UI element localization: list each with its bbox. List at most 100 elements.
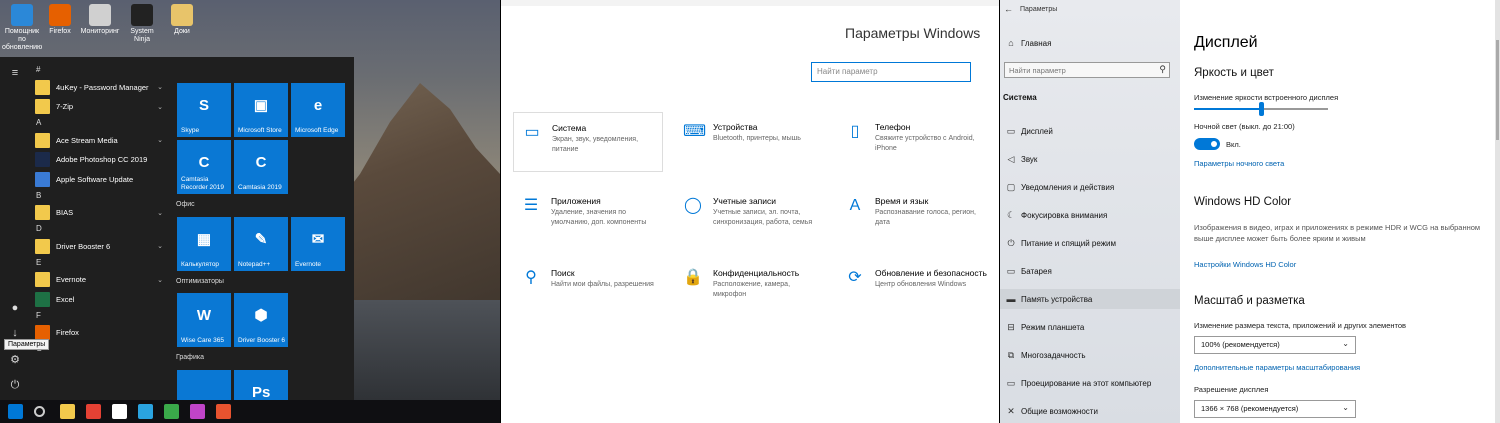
nav-item[interactable]: ⏻ Питание и спящий режим <box>1000 233 1180 253</box>
desktop-icon[interactable]: Firefox <box>40 4 80 36</box>
content-scrollbar[interactable] <box>1495 0 1500 423</box>
app-name: BIAS <box>56 208 74 217</box>
list-item[interactable]: Apple Software Update <box>35 171 167 187</box>
ninja-icon <box>131 4 153 26</box>
settings-home-panel: Параметры Windows Найти параметр ▭ Систем… <box>501 0 999 423</box>
category-title: Система <box>552 123 587 133</box>
user-avatar-icon[interactable]: ● <box>7 300 23 316</box>
nav-item[interactable]: ☾ Фокусировка внимания <box>1000 205 1180 225</box>
back-arrow-icon[interactable]: ← <box>1004 4 1013 14</box>
list-item[interactable]: Excel <box>35 291 167 307</box>
power-icon[interactable]: ⏻ <box>7 377 23 393</box>
letter-header[interactable]: D <box>36 224 42 233</box>
list-item[interactable]: 4uKey - Password Manager ⌄ <box>35 79 167 95</box>
nav-item[interactable]: ⧉ Многозадачность <box>1000 345 1180 365</box>
letter-header[interactable]: F <box>36 311 41 320</box>
list-item[interactable]: Ace Stream Media ⌄ <box>35 132 167 148</box>
brightness-slider[interactable] <box>1194 102 1328 116</box>
letter-header[interactable]: E <box>36 258 41 267</box>
start-tile[interactable]: e Microsoft Edge <box>291 83 345 137</box>
tile-icon: ✎ <box>254 231 268 248</box>
category-description: Распознавание голоса, регион, дата <box>875 209 976 226</box>
chevron-down-icon: ⌄ <box>1342 403 1349 412</box>
start-tile[interactable]: C Camtasia Recorder 2019 <box>177 140 231 194</box>
yandex-icon[interactable] <box>112 404 127 419</box>
chrome-icon[interactable] <box>86 404 101 419</box>
list-item[interactable]: Firefox <box>35 325 167 341</box>
start-tile[interactable]: ▣ Microsoft Store <box>234 83 288 137</box>
category-6[interactable]: A Время и язык Распознавание голоса, регио… <box>837 186 987 246</box>
search-icon[interactable] <box>34 406 45 417</box>
scale-dropdown[interactable]: 100% (рекомендуется) ⌄ <box>1194 336 1356 354</box>
advanced-scaling-link[interactable]: Дополнительные параметры масштабирования <box>1194 363 1360 372</box>
chevron-down-icon: ⌄ <box>157 276 163 284</box>
category-4[interactable]: ☰ Приложения Удаление, значения по умолчан… <box>513 186 663 246</box>
start-tile[interactable]: ✎ Notepad++ <box>234 217 288 271</box>
start-tile[interactable]: ⬢ Driver Booster 6 <box>234 293 288 347</box>
desktop-icon[interactable]: Помощник по обновлению <box>2 4 42 52</box>
nav-home-label: Главная <box>1021 38 1052 48</box>
start-tile[interactable]: ▦ Калькулятор <box>177 217 231 271</box>
desktop-icon[interactable]: Мониторинг <box>80 4 120 36</box>
list-item[interactable]: Evernote ⌄ <box>35 272 167 288</box>
desktop-icon[interactable]: Доки <box>162 4 202 36</box>
nav-item[interactable]: ▭ Батарея <box>1000 261 1180 281</box>
settings-search-input[interactable]: Найти параметр <box>811 62 971 82</box>
start-tile[interactable]: C Camtasia 2019 <box>234 140 288 194</box>
app-icon[interactable] <box>190 404 205 419</box>
app-icon <box>35 99 50 114</box>
desktop-icon-label: Доки <box>174 28 190 35</box>
night-light-settings-link[interactable]: Параметры ночного света <box>1194 159 1284 168</box>
category-9[interactable]: ⟳ Обновление и безопасность Центр обновлен… <box>837 258 987 318</box>
category-3[interactable]: ▯ Телефон Свяжите устройство с Android, iP… <box>837 112 987 172</box>
list-item[interactable]: BIAS ⌄ <box>35 205 167 221</box>
hd-color-heading: Windows HD Color <box>1194 196 1292 208</box>
night-light-label: Ночной свет (выкл. до 21:00) <box>1194 122 1295 131</box>
letter-header[interactable]: A <box>36 118 41 127</box>
tile-label: Microsoft Edge <box>295 126 339 134</box>
category-5[interactable]: ◯ Учетные записи Учетные записи, эл. почта… <box>675 186 825 246</box>
letter-header[interactable]: # <box>36 65 40 74</box>
nav-item[interactable]: ▭ Дисплей <box>1000 121 1180 141</box>
scrollbar-thumb[interactable] <box>1496 40 1499 140</box>
list-item[interactable]: 7-Zip ⌄ <box>35 99 167 115</box>
list-item[interactable]: Driver Booster 6 ⌄ <box>35 238 167 254</box>
chevron-down-icon: ⌄ <box>157 209 163 217</box>
telegram-icon[interactable] <box>138 404 153 419</box>
settings-gear-icon[interactable]: ⚙ <box>7 352 23 368</box>
nav-home[interactable]: ⌂ Главная <box>1000 33 1180 53</box>
night-light-toggle[interactable] <box>1194 138 1220 150</box>
nav-item[interactable]: ✕ Общие возможности <box>1000 401 1180 421</box>
nav-label: Фокусировка внимания <box>1021 210 1108 220</box>
start-tile[interactable]: W Wise Care 365 <box>177 293 231 347</box>
camtasia-icon[interactable] <box>164 404 179 419</box>
start-tile[interactable]: S Skype <box>177 83 231 137</box>
category-2[interactable]: ⌨ Устройства Bluetooth, принтеры, мышь <box>675 112 825 172</box>
category-1[interactable]: ▭ Система Экран, звук, уведомления, питани… <box>513 112 663 172</box>
nav-item[interactable]: ▬ Память устройства <box>1000 289 1180 309</box>
desktop-icon[interactable]: System Ninja <box>122 4 162 44</box>
resolution-dropdown[interactable]: 1366 × 768 (рекомендуется) ⌄ <box>1194 400 1356 418</box>
brightness-slider-thumb[interactable] <box>1259 102 1264 116</box>
start-tile[interactable]: ✉ Evernote <box>291 217 345 271</box>
category-7[interactable]: ⚲ Поиск Найти мои файлы, разрешения <box>513 258 663 318</box>
letter-header[interactable]: B <box>36 191 41 200</box>
nav-item[interactable]: ▭ Проецирование на этот компьютер <box>1000 373 1180 393</box>
nav-item[interactable]: ⊟ Режим планшета <box>1000 317 1180 337</box>
nav-item[interactable]: ◁ Звук <box>1000 149 1180 169</box>
nav-item[interactable]: ▢ Уведомления и действия <box>1000 177 1180 197</box>
nav-search-input[interactable]: Найти параметр ⚲ <box>1004 62 1170 78</box>
settings-nav: ← Параметры ⌂ Главная Найти параметр ⚲ С… <box>1000 0 1180 423</box>
hd-color-settings-link[interactable]: Настройки Windows HD Color <box>1194 260 1296 269</box>
hamburger-menu-icon[interactable]: ≡ <box>7 65 23 81</box>
nav-icon: ⏻ <box>1007 237 1015 248</box>
tile-label: Wise Care 365 <box>181 336 224 344</box>
list-item[interactable]: Adobe Photoshop CC 2019 <box>35 152 167 168</box>
start-menu-panel: Помощник по обновлению Firefox Мониторинг S… <box>0 0 500 423</box>
category-8[interactable]: 🔒 Конфиденциальность Расположение, камера,… <box>675 258 825 318</box>
camtasia-recorder-icon[interactable] <box>216 404 231 419</box>
nav-label: Многозадачность <box>1021 350 1086 360</box>
display-content: Дисплей Яркость и цвет Изменение яркости… <box>1180 0 1500 423</box>
start-icon[interactable] <box>8 404 23 419</box>
explorer-icon[interactable] <box>60 404 75 419</box>
